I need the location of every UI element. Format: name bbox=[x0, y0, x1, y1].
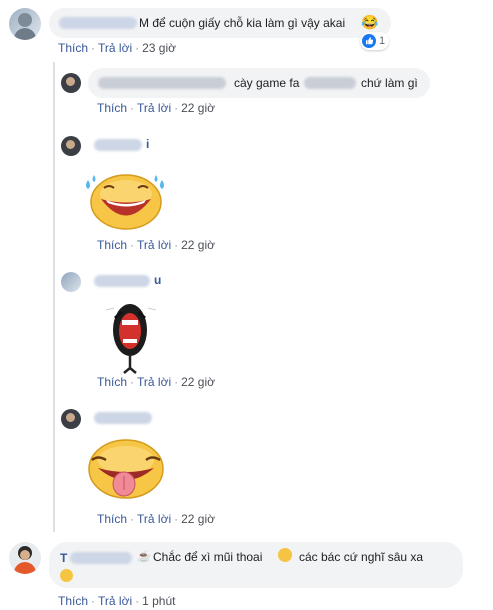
moon-emoji bbox=[60, 569, 73, 582]
laughing-emoji: 😂 bbox=[361, 14, 379, 30]
author-name-tail: i bbox=[146, 137, 150, 151]
avatar[interactable] bbox=[61, 272, 81, 292]
reply-link[interactable]: Trả lời bbox=[137, 375, 171, 389]
grinning-emoji bbox=[278, 548, 292, 562]
comment-bubble: T ☕ Chắc để xì mũi thoai các bác cứ nghĩ… bbox=[49, 542, 463, 588]
comment-bubble: M để cuộn giấy chỗ kia làm gì vậy akai 😂 bbox=[49, 8, 391, 38]
laughing-tears-sticker bbox=[84, 166, 168, 232]
like-icon bbox=[362, 34, 376, 48]
reply-link[interactable]: Trả lời bbox=[137, 238, 171, 252]
author-name-blurred[interactable] bbox=[94, 412, 152, 424]
reaction-count: 1 bbox=[379, 35, 386, 47]
timestamp[interactable]: 22 giờ bbox=[181, 512, 215, 526]
author-name-prefix: T bbox=[60, 551, 68, 565]
comment-bubble: cày game fa chứ làm gì bbox=[88, 68, 430, 98]
reply-link[interactable]: Trả lời bbox=[137, 512, 171, 526]
timestamp[interactable]: 22 giờ bbox=[181, 238, 215, 252]
timestamp[interactable]: 22 giờ bbox=[181, 375, 215, 389]
like-link[interactable]: Thích bbox=[58, 594, 88, 608]
like-link[interactable]: Thích bbox=[97, 375, 127, 389]
avatar[interactable] bbox=[61, 73, 81, 93]
timestamp[interactable]: 1 phút bbox=[142, 594, 175, 608]
avatar[interactable] bbox=[61, 409, 81, 429]
reply-thread-line bbox=[53, 62, 55, 532]
author-name-blurred[interactable] bbox=[59, 17, 137, 29]
comment-text: M để cuộn giấy chỗ kia làm gì vậy akai bbox=[139, 16, 346, 30]
like-link[interactable]: Thích bbox=[97, 101, 127, 115]
reply-link[interactable]: Trả lời bbox=[137, 101, 171, 115]
timestamp[interactable]: 22 giờ bbox=[181, 101, 215, 115]
like-link[interactable]: Thích bbox=[97, 512, 127, 526]
like-link[interactable]: Thích bbox=[97, 238, 127, 252]
screaming-face-sticker bbox=[100, 298, 160, 374]
comment-text: chứ làm gì bbox=[361, 76, 418, 90]
reply-link[interactable]: Trả lời bbox=[98, 41, 132, 55]
comment-text: cày game fa bbox=[234, 76, 300, 90]
avatar[interactable] bbox=[61, 136, 81, 156]
redacted-word bbox=[304, 77, 356, 89]
reply-link[interactable]: Trả lời bbox=[98, 594, 132, 608]
timestamp[interactable]: 23 giờ bbox=[142, 41, 176, 55]
like-link[interactable]: Thích bbox=[58, 41, 88, 55]
comment-actions: Thích · Trả lời · 22 giờ bbox=[97, 512, 215, 526]
comment-text: các bác cứ nghĩ sâu xa bbox=[299, 550, 424, 564]
avatar[interactable] bbox=[9, 542, 41, 574]
tongue-out-sticker bbox=[84, 434, 168, 504]
avatar[interactable] bbox=[9, 8, 41, 40]
author-name-blurred[interactable] bbox=[94, 139, 142, 151]
comment-actions: Thích · Trả lời · 23 giờ bbox=[58, 41, 176, 55]
comment-actions: Thích · Trả lời · 22 giờ bbox=[97, 238, 215, 252]
comment-text: Chắc để xì mũi thoai bbox=[153, 550, 263, 564]
comment-actions: Thích · Trả lời · 1 phút bbox=[58, 594, 176, 608]
comment-actions: Thích · Trả lời · 22 giờ bbox=[97, 375, 215, 389]
comment-actions: Thích · Trả lời · 22 giờ bbox=[97, 101, 215, 115]
author-name-blurred[interactable] bbox=[94, 275, 150, 287]
cup-icon: ☕ bbox=[137, 551, 151, 563]
author-name-blurred[interactable] bbox=[98, 77, 226, 89]
reaction-badge[interactable]: 1 bbox=[360, 32, 390, 50]
author-name-blurred[interactable] bbox=[70, 552, 132, 564]
author-name-tail: u bbox=[154, 273, 162, 287]
